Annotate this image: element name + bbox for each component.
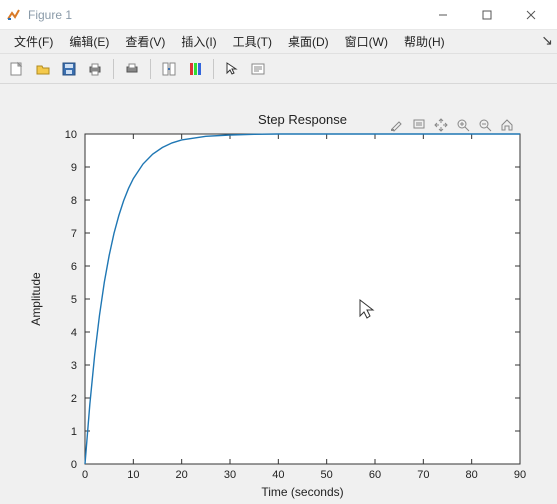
menu-window[interactable]: 窗口(W) <box>337 31 396 52</box>
save-icon[interactable] <box>58 58 80 80</box>
print-icon[interactable] <box>84 58 106 80</box>
ytick-label: 7 <box>71 228 77 240</box>
print-preview-icon[interactable] <box>121 58 143 80</box>
close-button[interactable] <box>509 1 553 29</box>
ytick-label: 10 <box>65 129 77 141</box>
axes[interactable]: 0 10 20 30 40 50 60 70 80 90 0 1 2 3 4 5 6 7 8 9 10 Step Resp… <box>0 84 557 504</box>
restore-view-icon[interactable] <box>498 116 516 134</box>
pan-icon[interactable] <box>432 116 450 134</box>
menu-insert[interactable]: 插入(I) <box>173 31 224 52</box>
xtick-label: 90 <box>514 469 526 481</box>
ytick-label: 5 <box>71 294 77 306</box>
ytick-label: 0 <box>71 459 77 471</box>
menubar: 文件(F) 编辑(E) 查看(V) 插入(I) 工具(T) 桌面(D) 窗口(W… <box>0 30 557 54</box>
minimize-button[interactable] <box>421 1 465 29</box>
menu-overflow-icon[interactable]: ↘ <box>541 32 553 49</box>
menu-edit[interactable]: 编辑(E) <box>61 31 117 52</box>
brush-icon[interactable] <box>388 116 406 134</box>
matlab-icon <box>6 7 22 23</box>
plot-area[interactable]: 0 10 20 30 40 50 60 70 80 90 0 1 2 3 4 5 6 7 8 9 10 Step Resp… <box>0 84 557 504</box>
menu-file[interactable]: 文件(F) <box>6 31 61 52</box>
zoom-in-icon[interactable] <box>454 116 472 134</box>
ytick-label: 8 <box>71 195 77 207</box>
xtick-label: 80 <box>466 469 478 481</box>
figure-window: Figure 1 文件(F) 编辑(E) 查看(V) 插入(I) 工具(T) 桌… <box>0 0 557 504</box>
new-figure-icon[interactable] <box>6 58 28 80</box>
toolbar-separator <box>150 59 151 79</box>
edit-plot-cursor-icon[interactable] <box>221 58 243 80</box>
y-axis-label: Amplitude <box>29 272 43 326</box>
xtick-label: 70 <box>417 469 429 481</box>
xtick-label: 30 <box>224 469 236 481</box>
maximize-button[interactable] <box>465 1 509 29</box>
link-axes-icon[interactable] <box>158 58 180 80</box>
chart-title: Step Response <box>258 112 347 127</box>
menu-tools[interactable]: 工具(T) <box>225 31 280 52</box>
ytick-label: 1 <box>71 426 77 438</box>
ytick-label: 3 <box>71 360 77 372</box>
toolbar-separator <box>213 59 214 79</box>
color-legend-icon[interactable] <box>184 58 206 80</box>
open-icon[interactable] <box>32 58 54 80</box>
toolbar-separator <box>113 59 114 79</box>
xtick-label: 0 <box>82 469 88 481</box>
ytick-label: 2 <box>71 393 77 405</box>
zoom-out-icon[interactable] <box>476 116 494 134</box>
insert-text-icon[interactable] <box>247 58 269 80</box>
menu-help[interactable]: 帮助(H) <box>396 31 453 52</box>
menu-view[interactable]: 查看(V) <box>117 31 173 52</box>
ytick-label: 4 <box>71 327 77 339</box>
titlebar: Figure 1 <box>0 0 557 30</box>
x-axis-label: Time (seconds) <box>261 485 343 499</box>
axes-box <box>85 134 520 464</box>
xtick-label: 20 <box>176 469 188 481</box>
xtick-label: 40 <box>272 469 284 481</box>
ytick-label: 6 <box>71 261 77 273</box>
ytick-label: 9 <box>71 162 77 174</box>
axes-toolbar <box>388 116 516 134</box>
window-title: Figure 1 <box>28 8 72 22</box>
xtick-label: 60 <box>369 469 381 481</box>
data-tips-icon[interactable] <box>410 116 428 134</box>
figure-toolbar <box>0 54 557 84</box>
xtick-label: 10 <box>127 469 139 481</box>
xtick-label: 50 <box>321 469 333 481</box>
menu-desktop[interactable]: 桌面(D) <box>280 31 337 52</box>
